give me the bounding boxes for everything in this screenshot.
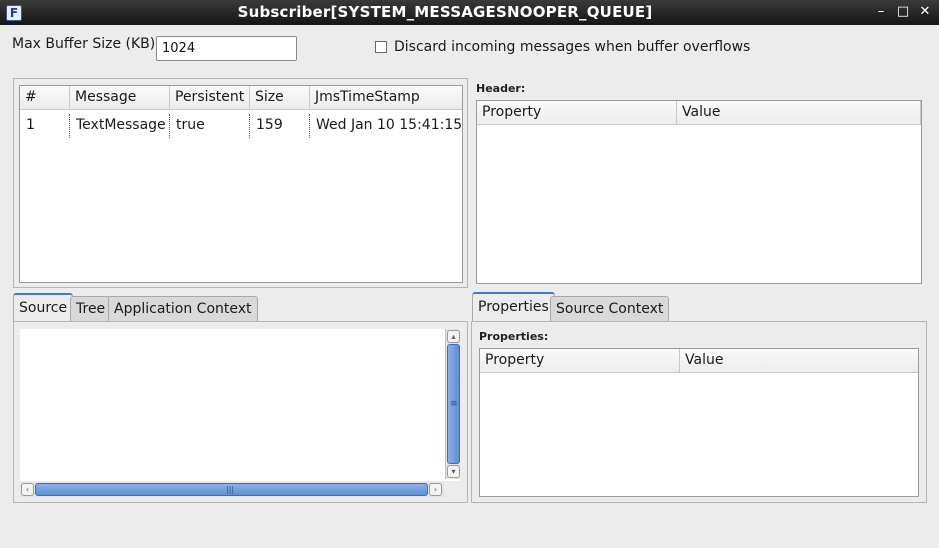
header-label: Header: <box>476 82 526 95</box>
column-header-jms-timestamp[interactable]: JmsTimeStamp <box>310 86 462 110</box>
source-text-area[interactable] <box>20 329 460 481</box>
messages-panel: # Message Persistent Size JmsTimeStamp 1… <box>13 78 468 288</box>
tab-source-context[interactable]: Source Context <box>550 296 670 322</box>
cell-jms-timestamp: Wed Jan 10 15:41:15 IST 2018 <box>316 117 463 133</box>
column-header-index[interactable]: # <box>20 86 70 110</box>
grip-icon: ||| <box>226 485 235 494</box>
header-table-header: Property Value <box>477 101 921 125</box>
horizontal-scroll-thumb[interactable]: ||| <box>35 483 428 496</box>
properties-label: Properties: <box>479 330 549 343</box>
minimize-button[interactable]: – <box>872 3 890 21</box>
cell-index: 1 <box>20 114 70 138</box>
scroll-down-icon[interactable]: ▾ <box>447 465 460 478</box>
tab-source[interactable]: Source <box>13 293 74 322</box>
vertical-scroll-thumb[interactable]: ≡ <box>447 344 460 464</box>
properties-table-header: Property Value <box>480 349 918 373</box>
discard-messages-label: Discard incoming messages when buffer ov… <box>394 39 751 55</box>
max-buffer-size-input[interactable] <box>156 36 297 61</box>
properties-table[interactable]: Property Value <box>479 348 919 497</box>
window-title: Subscriber[SYSTEM_MESSAGESNOOPER_QUEUE] <box>237 3 653 21</box>
column-header-persistent[interactable]: Persistent <box>170 86 250 110</box>
column-header-property[interactable]: Property <box>477 101 677 125</box>
header-table[interactable]: Property Value <box>476 100 922 284</box>
tab-tree[interactable]: Tree <box>70 296 112 322</box>
source-horizontal-scrollbar[interactable]: ‹ ||| › <box>20 482 444 497</box>
cell-message: TextMessage <box>70 114 170 138</box>
scroll-left-icon[interactable]: ‹ <box>21 483 34 496</box>
close-button[interactable]: ✕ <box>916 3 934 21</box>
discard-messages-checkbox[interactable] <box>375 41 387 53</box>
properties-panel: Properties: Property Value <box>471 321 927 503</box>
grip-icon: ≡ <box>450 399 458 409</box>
messages-table-header: # Message Persistent Size JmsTimeStamp <box>20 86 462 110</box>
column-header-value[interactable]: Value <box>680 349 918 373</box>
column-header-property[interactable]: Property <box>480 349 680 373</box>
tab-application-context[interactable]: Application Context <box>108 296 258 322</box>
tab-properties[interactable]: Properties <box>472 292 555 321</box>
scroll-right-icon[interactable]: › <box>429 483 442 496</box>
scroll-up-icon[interactable]: ▴ <box>447 330 460 343</box>
source-panel: ▴ ≡ ▾ ‹ ||| › <box>13 321 468 503</box>
messages-table[interactable]: # Message Persistent Size JmsTimeStamp 1… <box>19 85 463 283</box>
source-vertical-scrollbar[interactable]: ▴ ≡ ▾ <box>445 329 460 479</box>
maximize-button[interactable]: □ <box>894 3 912 21</box>
cell-persistent: true <box>170 114 250 138</box>
column-header-size[interactable]: Size <box>250 86 310 110</box>
column-header-value[interactable]: Value <box>677 101 921 125</box>
table-row[interactable]: 1 TextMessage true 159 Wed Jan 10 15:41:… <box>20 114 463 138</box>
max-buffer-size-label: Max Buffer Size (KB): <box>12 36 160 52</box>
title-bar[interactable]: F Subscriber[SYSTEM_MESSAGESNOOPER_QUEUE… <box>0 0 939 25</box>
column-header-message[interactable]: Message <box>70 86 170 110</box>
cell-size: 159 <box>250 114 310 138</box>
